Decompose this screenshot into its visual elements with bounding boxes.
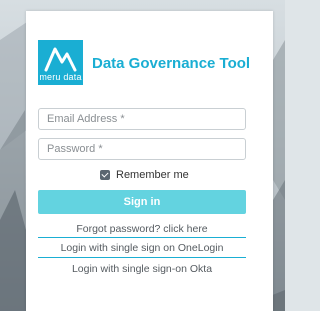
logo-text: meru data (39, 72, 82, 82)
okta-sso-link[interactable]: Login with single sign-on Okta (38, 263, 246, 275)
meru-data-logo: meru data (38, 40, 83, 85)
remember-me-toggle[interactable]: Remember me (100, 168, 189, 182)
link-divider (38, 237, 246, 238)
email-field[interactable] (38, 108, 246, 130)
link-divider (38, 257, 246, 258)
remember-me-checkbox[interactable] (100, 170, 110, 180)
password-field[interactable] (38, 138, 246, 160)
forgot-password-link[interactable]: Forgot password? click here (38, 223, 246, 235)
onelogin-sso-link[interactable]: Login with single sign on OneLogin (38, 242, 246, 254)
remember-me-label: Remember me (116, 169, 189, 181)
login-card: meru data Data Governance Tool Remember … (26, 11, 273, 311)
sign-in-button[interactable]: Sign in (38, 190, 246, 214)
app-title: Data Governance Tool (92, 55, 251, 72)
